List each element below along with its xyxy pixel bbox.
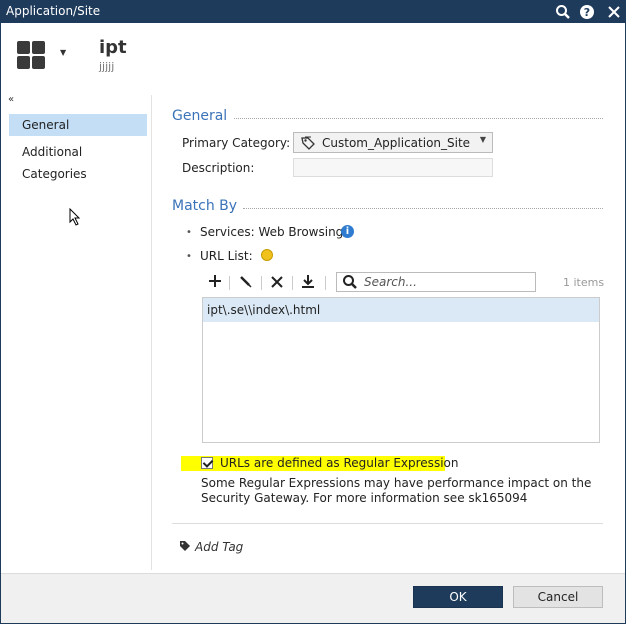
section-divider [234, 118, 603, 119]
ok-button[interactable]: OK [413, 586, 503, 608]
object-name[interactable]: ipt [99, 37, 127, 58]
url-list-label: URL List: [200, 249, 253, 263]
edit-icon[interactable] [235, 274, 255, 292]
toolbar-separator [292, 276, 293, 290]
object-comment[interactable]: jjjjj [99, 60, 114, 73]
toolbar-separator [229, 276, 230, 290]
section-title-general: General [172, 108, 228, 124]
add-tag-link[interactable]: Add Tag [179, 540, 243, 554]
horizontal-divider [172, 523, 603, 524]
delete-icon[interactable] [267, 274, 287, 292]
description-label: Description: [182, 161, 255, 175]
section-divider [243, 208, 603, 209]
services-label: Services: Web Browsing [200, 225, 344, 239]
tag-icon [301, 136, 315, 150]
window-title: Application/Site [6, 4, 101, 18]
nav-item-additional-categories[interactable]: Additional Categories [9, 141, 147, 181]
regex-warning-text: Some Regular Expressions may have perfor… [201, 476, 592, 505]
bullet: • [186, 227, 192, 238]
info-icon[interactable]: i [341, 225, 354, 238]
primary-category-value: Custom_Application_Site [322, 136, 471, 150]
chevron-down-icon[interactable]: ▼ [60, 48, 66, 57]
description-field[interactable] [293, 158, 493, 177]
add-tag-label: Add Tag [195, 540, 244, 554]
add-icon[interactable] [205, 274, 225, 292]
help-icon[interactable]: ? [577, 2, 597, 21]
cancel-button[interactable]: Cancel [513, 586, 603, 608]
collapse-icon[interactable]: « [8, 94, 14, 105]
primary-category-label: Primary Category: [182, 136, 291, 150]
lightbulb-icon[interactable] [261, 249, 273, 261]
search-icon [343, 275, 357, 289]
close-icon[interactable] [604, 2, 624, 21]
toolbar-separator [261, 276, 262, 290]
url-list[interactable]: ipt\.se\\index\.html [202, 297, 600, 443]
regex-checkbox-label[interactable]: URLs are defined as Regular Expression [220, 456, 458, 470]
search-icon[interactable] [553, 2, 573, 21]
toolbar-separator [325, 276, 326, 290]
import-icon[interactable] [298, 274, 318, 292]
nav-item-general[interactable]: General [9, 114, 147, 136]
bullet: • [186, 251, 192, 262]
mouse-cursor-icon [69, 208, 81, 226]
vertical-divider [151, 95, 152, 570]
regex-checkbox[interactable] [201, 457, 213, 469]
search-input[interactable] [364, 274, 532, 290]
list-item[interactable]: ipt\.se\\index\.html [203, 298, 599, 322]
primary-category-select[interactable]: Custom_Application_Site ▼ [293, 132, 493, 153]
svg-text:?: ? [584, 6, 590, 19]
title-bar: Application/Site ? [0, 0, 626, 23]
tag-icon [180, 541, 190, 551]
application-icon[interactable] [17, 41, 47, 71]
section-title-match-by: Match By [172, 198, 238, 214]
item-count: 1 items [563, 276, 605, 289]
chevron-down-icon: ▼ [479, 135, 486, 144]
search-box[interactable] [336, 272, 536, 292]
